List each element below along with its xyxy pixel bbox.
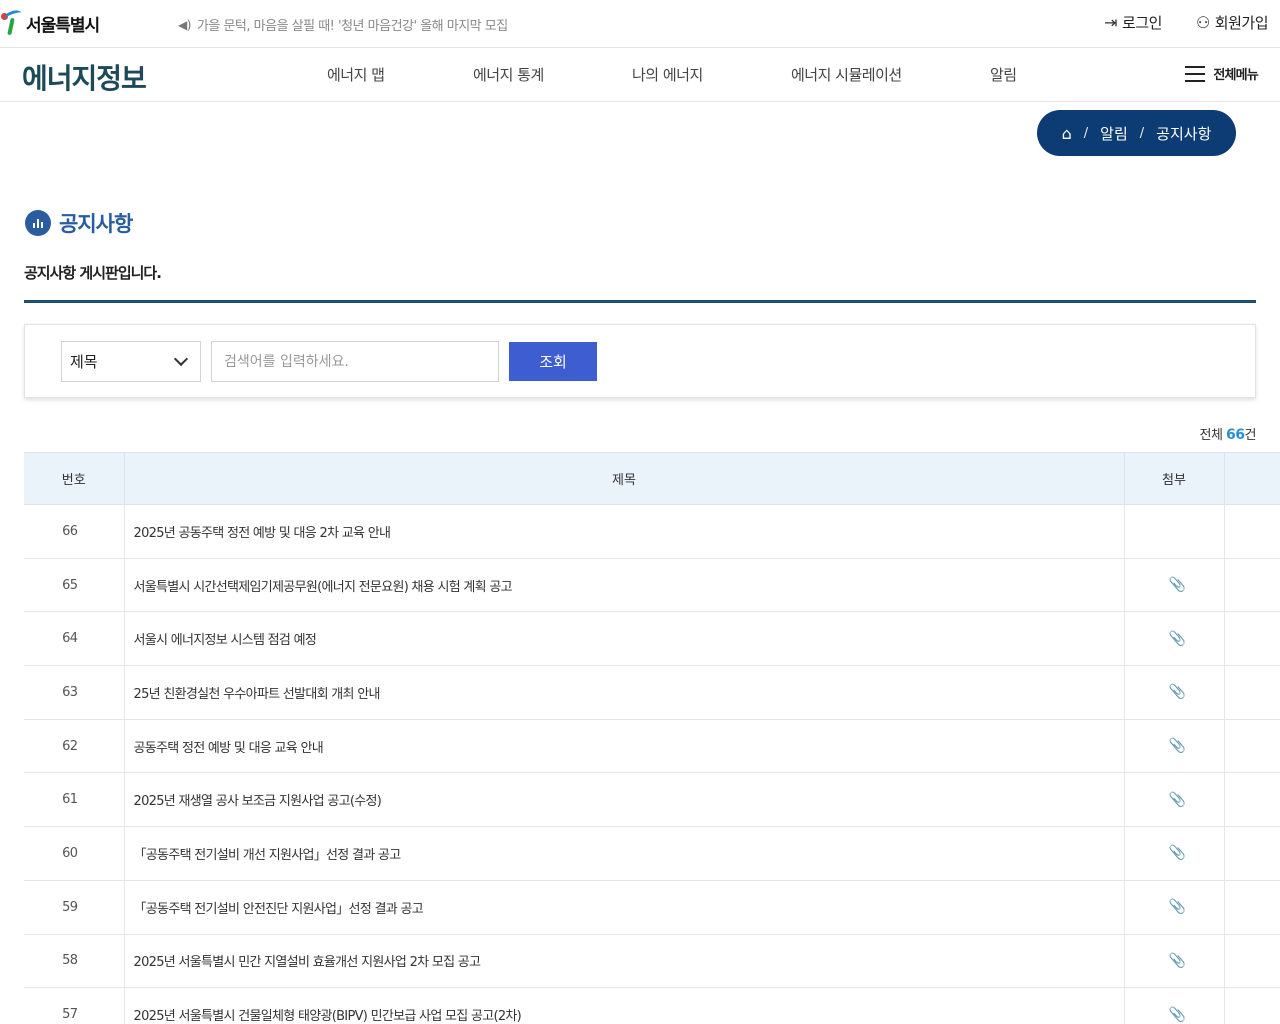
table-row[interactable]: 63 25년 친환경실천 우수아파트 선발대회 개최 안내 📎 (24, 665, 1280, 720)
row-number: 61 (24, 772, 125, 828)
row-title-link[interactable]: 서울시 에너지정보 시스템 점검 예정 (124, 611, 1125, 667)
nav-item-my-energy[interactable]: 나의 에너지 (632, 64, 703, 85)
attachment-icon[interactable]: 📎 (1124, 611, 1225, 667)
row-number: 58 (24, 934, 125, 989)
nav-item-energy-map[interactable]: 에너지 맵 (327, 64, 385, 85)
header-title: 제목 (124, 452, 1125, 505)
table-row[interactable]: 66 2025년 공동주택 정전 예방 및 대응 2차 교육 안내 (24, 504, 1280, 559)
breadcrumb-separator: / (1139, 125, 1145, 141)
page-title: 공지사항 (59, 212, 133, 236)
row-title-link[interactable]: 25년 친환경실천 우수아파트 선발대회 개최 안내 (124, 665, 1125, 720)
row-spacer (1224, 611, 1280, 667)
seoul-logo-icon (0, 8, 24, 38)
row-title-link[interactable]: 2025년 재생열 공사 보조금 지원사업 공고(수정) (124, 772, 1125, 828)
attachment-icon (1124, 504, 1225, 559)
user-plus-icon: ⚇ (1195, 13, 1210, 32)
notice-ticker[interactable]: ◀) 가을 문턱, 마음을 살필 때! '청년 마음건강' 올해 마지막 모집 (178, 15, 508, 35)
row-title-link[interactable]: 서울특별시 시간선택제임기제공무원(에너지 전문요원) 채용 시험 계획 공고 (124, 558, 1125, 613)
top-utility-bar: 서울특별시 ◀) 가을 문턱, 마음을 살필 때! '청년 마음건강' 올해 마… (0, 0, 1280, 48)
row-number: 60 (24, 826, 125, 881)
page-description: 공지사항 게시판입니다. (24, 264, 162, 282)
attachment-icon[interactable]: 📎 (1124, 880, 1225, 935)
breadcrumb-separator: / (1083, 125, 1089, 141)
table-header-row: 번호 제목 첨부 (24, 452, 1280, 505)
nav-item-notice[interactable]: 알림 (990, 64, 1017, 85)
breadcrumb-level1[interactable]: 알림 (1100, 123, 1128, 144)
attachment-icon[interactable]: 📎 (1124, 665, 1225, 720)
hamburger-icon (1185, 65, 1206, 82)
seoul-logo-text: 서울특별시 (26, 15, 100, 36)
row-title-link[interactable]: 2025년 서울특별시 건물일체형 태양광(BIPV) 민간보급 사업 모집 공… (124, 987, 1125, 1024)
attachment-icon[interactable]: 📎 (1124, 934, 1225, 989)
nav-item-energy-stats[interactable]: 에너지 통계 (473, 64, 544, 85)
attachment-icon[interactable]: 📎 (1124, 772, 1225, 828)
search-button[interactable]: 조회 (509, 342, 597, 381)
attachment-icon[interactable]: 📎 (1124, 987, 1225, 1024)
home-icon[interactable]: ⌂ (1062, 124, 1072, 143)
attachment-icon[interactable]: 📎 (1124, 719, 1225, 774)
chevron-down-icon (173, 351, 189, 367)
title-divider (24, 300, 1256, 303)
speaker-icon: ◀) (178, 17, 191, 32)
row-spacer (1224, 719, 1280, 774)
row-number: 59 (24, 880, 125, 935)
table-row[interactable]: 62 공동주택 정전 예방 및 대응 교육 안내 📎 (24, 719, 1280, 774)
row-spacer (1224, 880, 1280, 935)
total-count: 전체 66건 (1199, 427, 1256, 443)
table-row[interactable]: 61 2025년 재생열 공사 보조금 지원사업 공고(수정) 📎 (24, 772, 1280, 828)
row-number: 64 (24, 611, 125, 667)
row-spacer (1224, 504, 1280, 559)
search-field-select[interactable]: 제목 (61, 341, 201, 382)
bar-chart-icon (25, 210, 51, 236)
header-number: 번호 (24, 452, 125, 505)
row-title-link[interactable]: 「공동주택 전기설비 개선 지원사업」선정 결과 공고 (124, 826, 1125, 881)
seoul-logo[interactable]: 서울특별시 (0, 8, 100, 38)
row-number: 62 (24, 719, 125, 774)
row-number: 63 (24, 665, 125, 720)
table-row[interactable]: 59 「공동주택 전기설비 안전진단 지원사업」선정 결과 공고 📎 (24, 880, 1280, 935)
row-number: 66 (24, 504, 125, 559)
row-spacer (1224, 772, 1280, 828)
attachment-icon[interactable]: 📎 (1124, 826, 1225, 881)
signup-link[interactable]: ⚇ 회원가입 (1195, 12, 1269, 33)
row-spacer (1224, 665, 1280, 720)
row-number: 65 (24, 558, 125, 613)
nav-item-energy-simulation[interactable]: 에너지 시뮬레이션 (791, 64, 902, 85)
table-row[interactable]: 64 서울시 에너지정보 시스템 점검 예정 📎 (24, 611, 1280, 667)
row-spacer (1224, 558, 1280, 613)
header-attachment: 첨부 (1124, 452, 1225, 505)
site-brand[interactable]: 에너지정보 (22, 57, 147, 97)
notice-table: 번호 제목 첨부 66 2025년 공동주택 정전 예방 및 대응 2차 교육 안… (24, 452, 1280, 1024)
login-icon: ⇥ (1104, 13, 1118, 32)
row-number: 57 (24, 987, 125, 1024)
breadcrumb: ⌂ / 알림 / 공지사항 (1037, 110, 1236, 156)
login-link[interactable]: ⇥ 로그인 (1104, 12, 1162, 33)
main-navigation: 에너지정보 에너지 맵 에너지 통계 나의 에너지 에너지 시뮬레이션 알림 전… (0, 48, 1280, 102)
row-title-link[interactable]: 2025년 공동주택 정전 예방 및 대응 2차 교육 안내 (124, 504, 1125, 559)
attachment-icon[interactable]: 📎 (1124, 558, 1225, 613)
row-spacer (1224, 826, 1280, 881)
ticker-text: 가을 문턱, 마음을 살필 때! '청년 마음건강' 올해 마지막 모집 (196, 19, 508, 34)
search-panel: 제목 조회 (24, 324, 1256, 398)
table-row[interactable]: 65 서울특별시 시간선택제임기제공무원(에너지 전문요원) 채용 시험 계획 공… (24, 558, 1280, 613)
row-spacer (1224, 987, 1280, 1024)
row-spacer (1224, 934, 1280, 989)
row-title-link[interactable]: 2025년 서울특별시 민간 지열설비 효율개선 지원사업 2차 모집 공고 (124, 934, 1125, 989)
breadcrumb-level2[interactable]: 공지사항 (1156, 123, 1211, 144)
table-row[interactable]: 60 「공동주택 전기설비 개선 지원사업」선정 결과 공고 📎 (24, 826, 1280, 881)
row-title-link[interactable]: 「공동주택 전기설비 안전진단 지원사업」선정 결과 공고 (124, 880, 1125, 935)
page-title-block: 공지사항 (25, 208, 133, 238)
header-spacer (1224, 452, 1280, 505)
row-title-link[interactable]: 공동주택 정전 예방 및 대응 교육 안내 (124, 719, 1125, 774)
table-row[interactable]: 58 2025년 서울특별시 민간 지열설비 효율개선 지원사업 2차 모집 공고… (24, 934, 1280, 989)
all-menu-button[interactable]: 전체메뉴 (1185, 64, 1259, 83)
table-row[interactable]: 57 2025년 서울특별시 건물일체형 태양광(BIPV) 민간보급 사업 모집… (24, 987, 1280, 1024)
search-input[interactable] (211, 341, 499, 382)
